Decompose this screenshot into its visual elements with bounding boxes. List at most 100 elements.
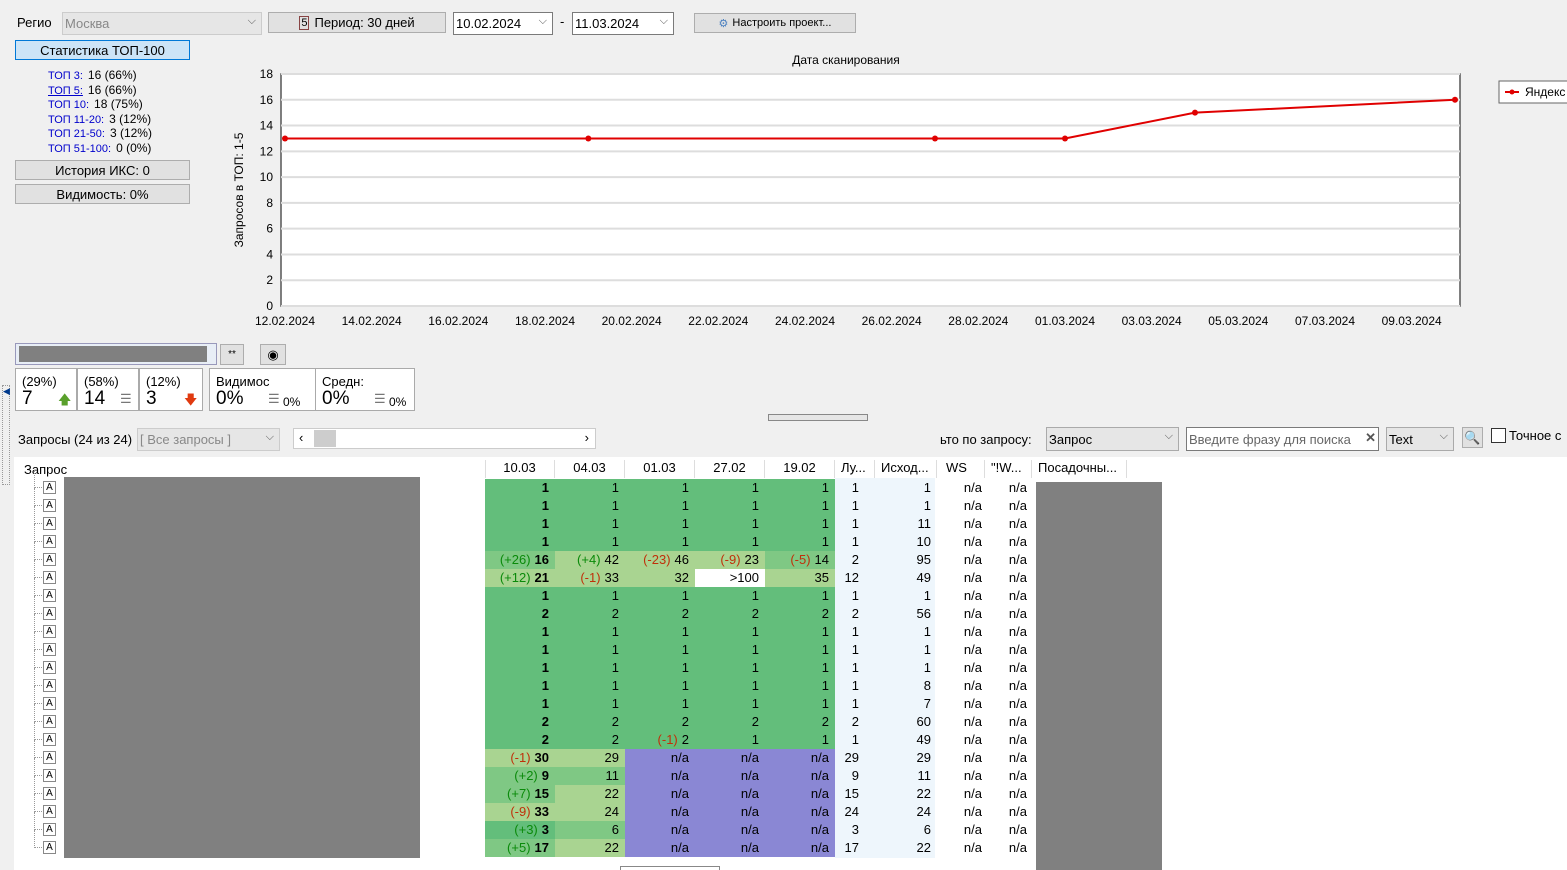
position-value: 2 bbox=[681, 606, 689, 621]
ws2-value: n/a bbox=[1008, 606, 1027, 621]
header-date[interactable]: 19.02 bbox=[765, 460, 835, 478]
exact-match-checkbox[interactable] bbox=[1491, 428, 1506, 443]
configure-project-button[interactable]: ⚙ Настроить проект... bbox=[694, 13, 856, 33]
top100-stats-label: Статистика ТОП-100 bbox=[40, 42, 165, 58]
ws2-value: n/a bbox=[1008, 732, 1027, 747]
top-stat-link[interactable]: ТОП 3: bbox=[48, 70, 83, 82]
original-position: 6 bbox=[923, 822, 931, 837]
best-position: 1 bbox=[851, 732, 859, 747]
position-cell: 1 bbox=[485, 695, 555, 713]
header-ws2[interactable]: "!W... bbox=[985, 460, 1032, 478]
query-type-icon: A bbox=[43, 643, 56, 656]
date-to-value: 11.03.2024 bbox=[575, 16, 640, 31]
ws2-value: n/a bbox=[1008, 534, 1027, 549]
position-value: 1 bbox=[541, 498, 549, 513]
redacted-landing-column bbox=[1036, 482, 1162, 870]
best-position: 29 bbox=[844, 750, 859, 765]
original-position: 1 bbox=[923, 588, 931, 603]
scroll-thumb[interactable] bbox=[314, 430, 336, 447]
date-from-picker[interactable]: 10.02.2024 ⌵ bbox=[453, 12, 553, 35]
position-value: 46 bbox=[674, 552, 689, 567]
region-value: Москва bbox=[65, 16, 110, 31]
y-tick-label: 12 bbox=[260, 144, 274, 158]
query-type-icon: A bbox=[43, 823, 56, 836]
position-change-card: (58%) 14 ☰ bbox=[77, 368, 139, 411]
position-cell: 1 bbox=[555, 677, 625, 695]
best-position: 1 bbox=[851, 696, 859, 711]
horizontal-scrollbar[interactable]: ‹ › bbox=[293, 428, 596, 449]
header-date[interactable]: 01.03 bbox=[625, 460, 695, 478]
period-button[interactable]: 5 Период: 30 дней bbox=[268, 12, 446, 33]
position-cell: n/a bbox=[695, 803, 765, 821]
position-value: 1 bbox=[751, 696, 759, 711]
search-input[interactable]: Введите фразу для поиска ✕ bbox=[1186, 427, 1379, 451]
header-query[interactable]: Запрос bbox=[24, 462, 67, 477]
header-date[interactable]: 04.03 bbox=[555, 460, 625, 478]
position-value: 1 bbox=[821, 588, 829, 603]
top-stat-row: ТОП 3: 16 (66%) bbox=[48, 68, 137, 82]
position-value: 1 bbox=[681, 660, 689, 675]
header-orig[interactable]: Исход... bbox=[875, 460, 937, 478]
tab-strip[interactable] bbox=[15, 343, 217, 365]
search-icon[interactable]: 🔍 bbox=[1462, 427, 1483, 448]
side-collapse-handle[interactable]: ◀ bbox=[2, 385, 10, 485]
top-stat-link[interactable]: ТОП 51-100: bbox=[48, 143, 111, 155]
scroll-right-icon[interactable]: › bbox=[585, 430, 589, 445]
header-best[interactable]: Лу... bbox=[835, 460, 875, 478]
x-tick-label: 09.03.2024 bbox=[1382, 314, 1442, 328]
visibility-label: Видимость: 0% bbox=[56, 186, 149, 202]
position-value: 1 bbox=[751, 660, 759, 675]
position-cell: (+3) 3 bbox=[485, 821, 555, 839]
search-by-select[interactable]: Запрос ⌵ bbox=[1046, 427, 1179, 451]
position-cell: n/a bbox=[695, 749, 765, 767]
position-value: 1 bbox=[751, 624, 759, 639]
clear-icon[interactable]: ✕ bbox=[1365, 430, 1376, 446]
visibility-button[interactable]: Видимость: 0% bbox=[15, 184, 190, 204]
chart-title: Дата сканирования bbox=[792, 53, 900, 67]
top-stat-link[interactable]: ТОП 11-20: bbox=[48, 114, 104, 126]
position-cell: 2 bbox=[765, 713, 835, 731]
position-cell: (-23) 46 bbox=[625, 551, 695, 569]
header-landing[interactable]: Посадочны... bbox=[1032, 460, 1127, 478]
position-cell: 2 bbox=[625, 713, 695, 731]
eye-icon[interactable]: ◉ bbox=[260, 344, 286, 365]
position-cell: 2 bbox=[695, 605, 765, 623]
position-cell: (+5) 17 bbox=[485, 839, 555, 857]
bottom-splitter[interactable] bbox=[620, 866, 720, 870]
top-stat-row: ТОП 10: 18 (75%) bbox=[48, 97, 143, 111]
position-cell: 1 bbox=[485, 497, 555, 515]
position-cell: (-9) 23 bbox=[695, 551, 765, 569]
top-stat-link[interactable]: ТОП 10: bbox=[48, 99, 89, 111]
header-ws[interactable]: WS bbox=[940, 460, 985, 478]
position-value: n/a bbox=[740, 768, 759, 783]
position-delta: (+7) bbox=[507, 786, 531, 801]
position-cell: 2 bbox=[625, 605, 695, 623]
chevron-down-icon: ⌵ bbox=[538, 15, 547, 27]
top100-stats-button[interactable]: Статистика ТОП-100 bbox=[15, 40, 190, 60]
top-stat-link[interactable]: ТОП 5: bbox=[48, 85, 83, 97]
scroll-left-icon[interactable]: ‹ bbox=[299, 430, 303, 445]
position-cell: 1 bbox=[695, 587, 765, 605]
equal-icon: ☰ bbox=[374, 391, 386, 406]
position-cell: 1 bbox=[765, 623, 835, 641]
position-value: 32 bbox=[674, 570, 689, 585]
header-date[interactable]: 10.03 bbox=[485, 460, 555, 478]
position-cell: 1 bbox=[625, 479, 695, 497]
splitter-handle[interactable] bbox=[768, 414, 868, 421]
position-value: 1 bbox=[541, 480, 549, 495]
top-stat-link[interactable]: ТОП 21-50: bbox=[48, 128, 105, 140]
position-cell: 1 bbox=[625, 623, 695, 641]
position-value: 2 bbox=[541, 732, 549, 747]
region-select[interactable]: Москва ⌵ bbox=[62, 12, 262, 35]
y-tick-label: 18 bbox=[260, 67, 274, 81]
stars-button[interactable]: ** bbox=[220, 344, 244, 365]
header-date[interactable]: 27.02 bbox=[695, 460, 765, 478]
search-mode-select[interactable]: Text ⌵ bbox=[1386, 427, 1454, 451]
position-cell: 1 bbox=[695, 515, 765, 533]
query-group-select[interactable]: [ Все запросы ] ⌵ bbox=[137, 428, 280, 451]
position-value: 1 bbox=[681, 642, 689, 657]
date-to-picker[interactable]: 11.03.2024 ⌵ bbox=[572, 12, 674, 35]
iks-history-button[interactable]: История ИКС: 0 bbox=[15, 160, 190, 180]
ws-value: n/a bbox=[963, 750, 982, 765]
search-by-label: ьто по запросу: bbox=[940, 432, 1032, 447]
